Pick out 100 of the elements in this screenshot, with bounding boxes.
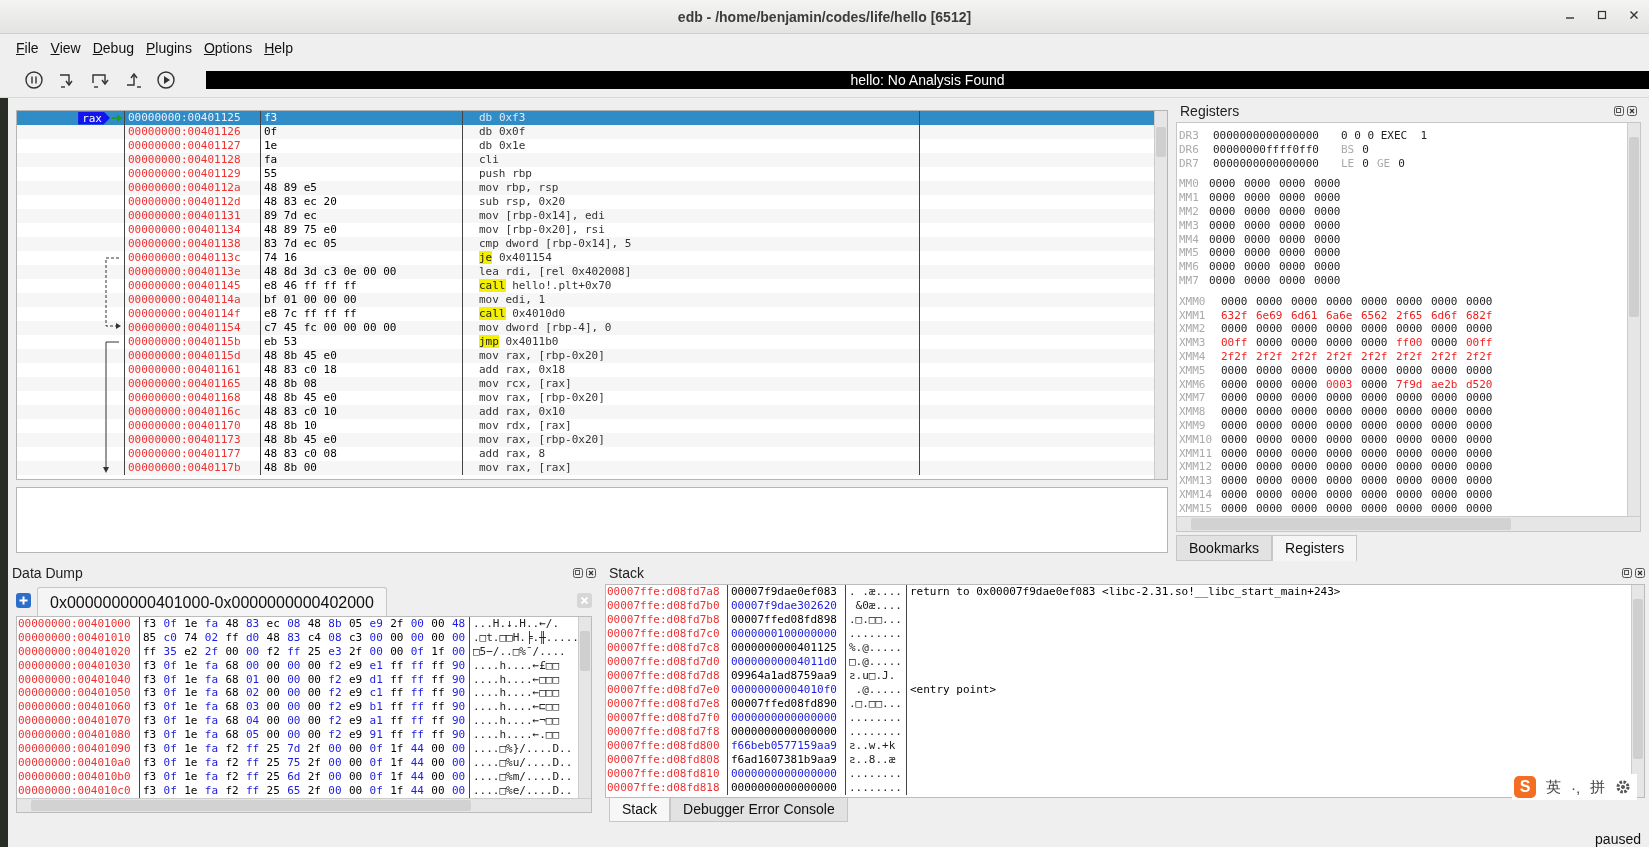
close-icon[interactable] [1627,106,1637,116]
register-value: 0000 [1396,487,1424,502]
horizontal-scrollbar[interactable] [17,798,591,812]
input-method-item[interactable]: 拼 [1590,777,1606,797]
close-icon[interactable] [1635,568,1645,578]
address-cell-text: 00007ffe:d08fd7b0 [606,599,721,613]
register-value: 0000 [1291,336,1319,350]
address-cell-text: 00007ffe:d08fd7e0 [606,683,721,697]
close-icon[interactable] [1629,10,1639,20]
pause-icon[interactable] [24,69,44,90]
register-value: 0000 [1466,294,1494,309]
address-cell-text: 00000000:00401020 [17,644,132,659]
register-value: 0000 [1256,418,1284,433]
register-value: 00000000ffff0ff0 [1213,142,1320,157]
status-text: paused [1595,831,1641,847]
address-cell-text: 00007ffe:d08fd810 [606,767,721,781]
register-value: 0000 [1431,460,1459,475]
register-value: 0000 [1209,273,1237,288]
register-value: 0000 [1279,246,1307,261]
disassembly-row[interactable]: 00000000:00401131 89 7d ec mov [rbp-0x14], edi [17,209,1154,223]
register-value: 0000 [1279,260,1307,274]
disassembly-row[interactable]: 00000000:0040112a 48 89 e5 mov rbp, rsp [17,181,1154,195]
register-value: 0000 [1361,377,1389,392]
register-value: 2f2f [1396,349,1424,364]
disassembly-row[interactable]: 00000000:0040116c 48 83 c0 10 add rax, 0x10 [17,405,1154,419]
add-tab-icon[interactable] [16,593,31,608]
register-value: 0000 [1291,405,1319,419]
disassembly-row[interactable]: 00000000:00401128 fa cli [17,153,1154,167]
disassembly-row[interactable]: 00000000:0040113e 48 8d 3d c3 0e 00 00 lea rdi, [rel 0x402008] [17,265,1154,279]
horizontal-scrollbar[interactable] [1177,516,1640,531]
maximize-icon[interactable] [1597,10,1607,20]
operands: rdx, [rax] [505,419,572,432]
float-icon[interactable] [573,568,583,578]
register-value: 0000 [1431,418,1459,433]
disassembly-row[interactable]: 00000000:00401154 c7 45 fc 00 00 00 00 mov dword [rbp-4], 0 [17,321,1154,335]
close-icon[interactable] [586,568,596,578]
bytes-cell: 48 8b 45 e0 [260,349,462,363]
input-method-item[interactable]: 英 [1546,777,1561,797]
menu-item[interactable]: File [10,40,45,56]
menu-item[interactable]: Debug [86,40,140,56]
operands: 0x1e [498,139,526,152]
vertical-scrollbar[interactable] [1631,585,1644,797]
address-cell: 00000000:00401173 [124,433,260,447]
play-icon[interactable] [156,69,176,90]
settings-icon[interactable] [1615,779,1632,795]
tab[interactable]: Debugger Error Console [670,798,848,822]
ascii-cell: ƨ..8..æ [845,753,906,767]
register-value: 6a6e [1326,308,1354,323]
menu-item[interactable]: Plugins [139,40,198,56]
register-value: 2f2f [1431,349,1459,364]
register-value: 0000 [1209,191,1237,205]
value-cell: 0000000100000000 [727,627,845,641]
ascii-cell: ........ [845,627,906,641]
input-method-item[interactable]: ·, [1571,778,1581,796]
vertical-scrollbar[interactable] [1154,111,1167,479]
ascii-cell: .□.□□... [845,697,906,711]
register-name: XMM14 [1178,487,1214,502]
register-value: 0000 [1361,294,1389,309]
register-value: 0000 [1314,273,1342,288]
address-cell: 00000000:0040113e [124,265,260,279]
register-value: 0000 [1314,205,1342,219]
disassembly-row[interactable]: 00000000:0040117b 48 8b 00 mov rax, [rax] [17,461,1154,475]
register-name: XMM5 [1178,363,1207,378]
menu-item[interactable]: Help [258,40,299,56]
value-cell: 0000000000000000 [727,767,845,781]
disassembly-row[interactable]: 00000000:00401173 48 8b 45 e0 mov rax, [rbp-0x20] [17,433,1154,447]
address-cell: 00000000:0040112a [124,181,260,195]
register-value: 0000 [1314,232,1342,247]
operands: rax, [rbp-0x20] [505,433,605,446]
menu-item[interactable]: Options [197,40,259,56]
register-name: XMM3 [1178,336,1207,350]
operands: rcx, [rax] [505,377,572,390]
disassembly-row[interactable]: 00000000:0040115d 48 8b 45 e0 mov rax, [rbp-0x20] [17,349,1154,363]
tab[interactable]: Registers [1272,535,1358,561]
register-value: 0000 [1209,205,1237,219]
tab[interactable]: Stack [609,798,670,822]
tab[interactable]: Bookmarks [1176,535,1273,561]
vertical-scrollbar[interactable] [578,617,591,799]
register-value: 0000 [1466,460,1494,475]
disassembly-row[interactable]: rax 00000000:00401125 f3 db 0xf3 [17,111,1154,125]
register-value: 2f2f [1291,349,1319,364]
disassembly-row[interactable]: 00000000:00401138 83 7d ec 05 cmp dword [rbp-0x14], 5 [17,237,1154,251]
float-icon[interactable] [1614,106,1624,116]
hex-bytes: f3 0f 1e fa 48 83 ec 08 48 8b 05 e9 2f 00 00 48 [139,617,469,631]
hex-bytes: f3 0f 1e fa 68 00 00 00 00 f2 e9 e1 ff ff ff 90 [139,658,469,673]
float-icon[interactable] [1622,568,1632,578]
register-value: 0000 [1466,487,1494,502]
disassembly-row[interactable]: 00000000:00401165 48 8b 08 mov rcx, [rax] [17,377,1154,391]
register-flags: 0 0 0 EXEC 1 [1341,129,1428,143]
register-value: 0000 [1431,432,1459,447]
register-name: XMM6 [1178,377,1207,392]
register-value: 0000 [1291,322,1319,337]
panel-title: Registers [1180,103,1240,119]
disassembly-row[interactable]: 00000000:00401126 0f db 0x0f [17,125,1154,139]
disassembly-row[interactable]: 00000000:0040114a bf 01 00 00 00 mov edi, 1 [17,293,1154,307]
vertical-scrollbar[interactable] [1627,123,1640,516]
mnemonic: mov [479,461,499,474]
tab[interactable]: 0x0000000000401000-0x0000000000402000 [37,587,387,616]
menu-item[interactable]: View [44,40,87,56]
register-value: 0000 [1361,336,1389,350]
